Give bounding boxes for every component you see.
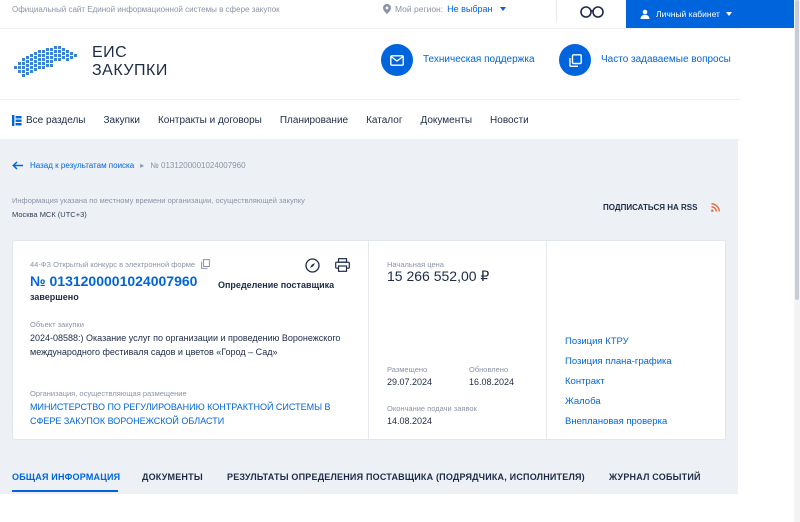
plan-schedule-link[interactable]: Позиция плана-графика — [565, 356, 672, 367]
main-nav: Все разделы Закупки Контракты и договоры… — [12, 112, 547, 128]
logo-text-zakupki[interactable]: ЗАКУПКИ — [92, 62, 168, 80]
page-bottom — [0, 494, 794, 522]
object-text: 2024-08588:) Оказание услуг по организац… — [30, 333, 341, 357]
copy-icon[interactable] — [201, 259, 210, 269]
divider — [546, 241, 547, 439]
ktru-position-link[interactable]: Позиция КТРУ — [565, 336, 629, 347]
breadcrumb-separator: ▸ — [140, 161, 145, 170]
compass-icon[interactable] — [305, 258, 320, 273]
region-value[interactable]: Не выбран — [447, 4, 492, 14]
posted-value: 29.07.2024 — [387, 377, 433, 387]
complaint-link[interactable]: Жалоба — [565, 396, 601, 407]
timezone-note: Информация указана по местному времени о… — [12, 196, 305, 205]
accessibility-glasses-icon[interactable] — [579, 4, 605, 18]
nav-item-documents[interactable]: Документы — [420, 115, 472, 126]
rss-subscribe-link[interactable]: ПОДПИСАТЬСЯ НА RSS — [603, 203, 721, 212]
rss-icon — [711, 203, 721, 212]
rss-label: ПОДПИСАТЬСЯ НА RSS — [603, 203, 698, 212]
nav-all-sections-label: Все разделы — [26, 114, 86, 126]
scrollbar-thumb[interactable] — [795, 0, 799, 300]
nav-item-catalog[interactable]: Каталог — [366, 115, 402, 126]
object-label: Объект закупки — [30, 320, 84, 329]
posted-label: Размещено — [387, 365, 428, 374]
law-type: 44-ФЗ Открытый конкурс в электронной фор… — [30, 259, 210, 269]
region-selector[interactable]: Мой регион: Не выбран — [383, 4, 506, 14]
region-label: Мой регион: — [395, 4, 444, 14]
divider — [368, 241, 369, 439]
support-button[interactable] — [381, 44, 413, 76]
divider — [556, 0, 557, 22]
tab-event-log[interactable]: ЖУРНАЛ СОБЫТИЙ — [609, 472, 701, 482]
arrow-left-icon[interactable] — [12, 161, 24, 170]
print-icon[interactable] — [335, 258, 350, 272]
divider — [0, 99, 740, 100]
breadcrumb: Назад к результатам поиска ▸ № 013120000… — [12, 161, 246, 170]
faq-button[interactable] — [559, 44, 591, 76]
updated-label: Обновлено — [469, 365, 509, 374]
divider — [0, 28, 740, 29]
copy-squares-icon — [568, 53, 582, 67]
logo-text-eis[interactable]: ЕИС — [92, 44, 127, 62]
active-tab-indicator — [12, 490, 118, 492]
org-label: Организация, осуществляющая размещение — [30, 389, 187, 398]
deadline-label: Окончание подачи заявок — [387, 404, 477, 413]
contract-link[interactable]: Контракт — [565, 376, 605, 387]
nav-item-news[interactable]: Новости — [490, 115, 529, 126]
faq-link[interactable]: Часто задаваемые вопросы — [601, 54, 731, 65]
support-link[interactable]: Техническая поддержка — [423, 54, 535, 65]
nav-item-contracts[interactable]: Контракты и договоры — [158, 115, 262, 126]
chevron-down-icon — [725, 12, 732, 16]
tab-general-info[interactable]: ОБЩАЯ ИНФОРМАЦИЯ — [12, 472, 120, 482]
updated-value: 16.08.2024 — [469, 377, 515, 387]
tab-supplier-results[interactable]: РЕЗУЛЬТАТЫ ОПРЕДЕЛЕНИЯ ПОСТАВЩИКА (ПОДРЯ… — [227, 472, 585, 482]
nav-item-planning[interactable]: Планирование — [280, 115, 348, 126]
nav-all-sections[interactable]: Все разделы — [12, 114, 86, 126]
breadcrumb-current: № 0131200001024007960 — [150, 161, 246, 170]
tab-documents[interactable]: ДОКУМЕНТЫ — [142, 472, 203, 482]
chevron-down-icon — [499, 7, 506, 11]
law-type-label: 44-ФЗ Открытый конкурс в электронной фор… — [30, 259, 196, 269]
org-link[interactable]: МИНИСТЕРСТВО ПО РЕГУЛИРОВАНИЮ КОНТРАКТНО… — [30, 400, 356, 428]
location-pin-icon — [383, 4, 391, 14]
price-value: 15 266 552,00 ₽ — [387, 268, 490, 284]
nav-item-purchases[interactable]: Закупки — [103, 115, 139, 126]
status-line-1: Определение поставщика — [218, 280, 335, 290]
sections-menu-icon — [12, 114, 22, 126]
timezone-value: Москва МСК (UTC+3) — [12, 210, 87, 219]
back-to-results-link[interactable]: Назад к результатам поиска — [30, 161, 134, 170]
site-description: Официальный сайт Единой информационной с… — [12, 5, 280, 14]
mail-icon — [390, 54, 404, 66]
status-line-2: завершено — [30, 292, 79, 302]
user-icon — [640, 9, 650, 19]
personal-cabinet-label: Личный кабинет — [656, 9, 720, 19]
deadline-value: 14.08.2024 — [387, 416, 433, 426]
top-bar: Официальный сайт Единой информационной с… — [0, 0, 800, 28]
registry-number[interactable]: № 0131200001024007960 — [30, 273, 197, 289]
eis-logo-map-icon[interactable] — [12, 42, 88, 82]
unscheduled-check-link[interactable]: Внеплановая проверка — [565, 416, 667, 427]
personal-cabinet-button[interactable]: Личный кабинет — [626, 0, 794, 28]
